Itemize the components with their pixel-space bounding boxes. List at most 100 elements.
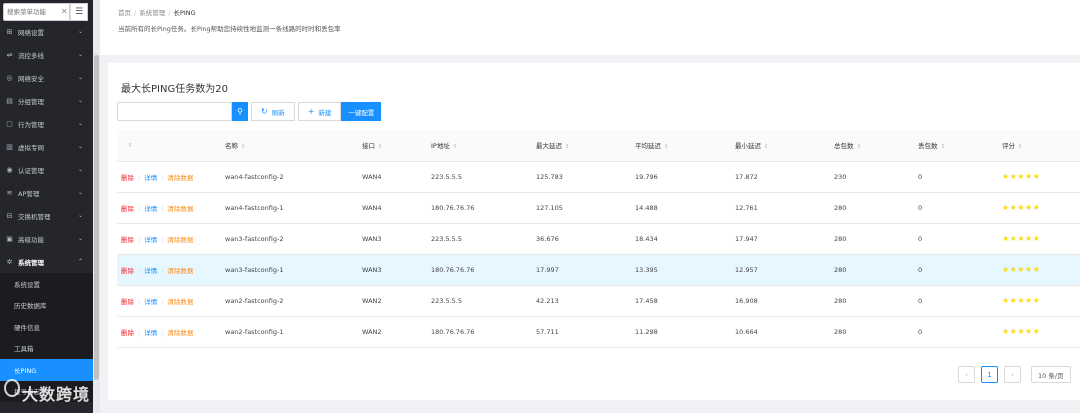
clear-data-link[interactable]: 清除数据 bbox=[167, 205, 193, 213]
sidebar-item-label: 行为管理 bbox=[18, 120, 44, 129]
submenu-item[interactable]: 硬件信息 bbox=[0, 316, 93, 338]
clear-data-link[interactable]: 清除数据 bbox=[167, 329, 193, 337]
breadcrumb-system[interactable]: 系统管理 bbox=[139, 9, 165, 17]
menu-toggle-icon[interactable]: ☰ bbox=[70, 3, 88, 21]
detail-link[interactable]: 详情 bbox=[144, 236, 157, 244]
cell-value: 12.957 bbox=[735, 265, 758, 274]
sort-icon[interactable]: ⇕ bbox=[764, 144, 769, 150]
page-1-button[interactable]: 1 bbox=[981, 366, 998, 383]
create-button[interactable]: + 新建 bbox=[297, 102, 342, 121]
next-page-button[interactable]: › bbox=[1004, 366, 1021, 383]
sort-icon[interactable]: ⇕ bbox=[378, 144, 383, 150]
table-row: 删除 | 详情 | 清除数据 wan2-fastconfig-2 WAN2 223.5.5.5… bbox=[117, 285, 1080, 317]
column-header[interactable]: 最大延迟 ⇕ bbox=[536, 130, 635, 162]
submenu-item[interactable]: 历史数据库 bbox=[0, 295, 93, 317]
sidebar-item[interactable]: ⇌ 流控多线 ⌄ bbox=[0, 43, 93, 66]
submenu-item[interactable]: 长PING bbox=[0, 359, 93, 381]
clear-data-link[interactable]: 清除数据 bbox=[167, 267, 193, 275]
rating-stars: ★★★★★ bbox=[1002, 296, 1041, 305]
clear-data-link[interactable]: 清除数据 bbox=[167, 236, 193, 244]
search-icon[interactable]: ⚲ bbox=[232, 102, 248, 121]
sort-icon[interactable]: ⇕ bbox=[664, 144, 669, 150]
sort-icon[interactable]: ⇕ bbox=[565, 144, 570, 150]
sidebar-item-label: 网络安全 bbox=[18, 74, 44, 83]
sidebar-item[interactable]: ≋ AP管理 ⌄ bbox=[0, 181, 93, 204]
delete-link[interactable]: 删除 bbox=[121, 174, 134, 182]
sort-icon[interactable]: ⇕ bbox=[241, 144, 246, 150]
sidebar-item[interactable]: ▣ 高级功能 ⌄ bbox=[0, 227, 93, 250]
cell-value: 127.105 bbox=[536, 203, 563, 212]
prev-page-button[interactable]: ‹ bbox=[958, 366, 975, 383]
cell-min: 17.872 bbox=[735, 161, 834, 193]
cell-avg: 14.488 bbox=[635, 192, 735, 224]
delete-link[interactable]: 删除 bbox=[121, 298, 134, 306]
task-search-input[interactable] bbox=[117, 102, 232, 121]
column-header[interactable]: IP地址 ⇕ bbox=[431, 130, 536, 162]
column-header[interactable]: 评分 ⇕ bbox=[1002, 130, 1080, 162]
menu-search-input[interactable] bbox=[3, 3, 70, 21]
sidebar-item[interactable]: ◎ 网络安全 ⌄ bbox=[0, 66, 93, 89]
delete-link[interactable]: 删除 bbox=[121, 236, 134, 244]
column-header-label: 名称 bbox=[225, 142, 238, 151]
cell-iface: WAN2 bbox=[362, 316, 431, 348]
sidebar-item[interactable]: ▥ 虚拟专网 ⌄ bbox=[0, 135, 93, 158]
detail-link[interactable]: 详情 bbox=[144, 267, 157, 275]
column-header[interactable]: 平均延迟 ⇕ bbox=[635, 130, 735, 162]
clear-icon[interactable]: ✕ bbox=[61, 7, 68, 16]
table-header-row: ⇕ 名称 ⇕ 接口 ⇕ IP地址 ⇕ 最大延迟 ⇕ 平均延迟 ⇕ 最小延迟 ⇕ 总包数 ⇕ 丢包数 ⇕ 评分 ⇕ bbox=[117, 130, 1080, 162]
refresh-button[interactable]: ↻ 刷新 bbox=[251, 102, 295, 121]
sort-icon[interactable]: ⇕ bbox=[453, 144, 458, 150]
cell-max: 125.783 bbox=[536, 161, 635, 193]
clear-data-link[interactable]: 清除数据 bbox=[167, 298, 193, 306]
column-header[interactable]: 总包数 ⇕ bbox=[834, 130, 918, 162]
column-header-label: 最小延迟 bbox=[735, 142, 761, 151]
sidebar-item[interactable]: ▢ 行为管理 ⌄ bbox=[0, 112, 93, 135]
detail-link[interactable]: 详情 bbox=[144, 205, 157, 213]
delete-link[interactable]: 删除 bbox=[121, 267, 134, 275]
sort-icon[interactable]: ⇕ bbox=[128, 143, 133, 149]
delete-link[interactable]: 删除 bbox=[121, 205, 134, 213]
sidebar-item[interactable]: ▤ 分组管理 ⌄ bbox=[0, 89, 93, 112]
page-size-select[interactable]: 10 条/页 bbox=[1031, 366, 1071, 383]
cell-name: wan3-fastconfig-2 bbox=[225, 223, 362, 255]
sort-icon[interactable]: ⇕ bbox=[941, 144, 946, 150]
cell-total: 280 bbox=[834, 316, 918, 348]
column-header[interactable]: 丢包数 ⇕ bbox=[918, 130, 1002, 162]
clear-data-link[interactable]: 清除数据 bbox=[167, 174, 193, 182]
sort-icon[interactable]: ⇕ bbox=[1018, 144, 1023, 150]
breadcrumb: 首页 / 系统管理 / 长PING bbox=[118, 9, 196, 17]
chevron-down-icon: ⌄ bbox=[77, 166, 83, 173]
cell-value: 223.5.5.5 bbox=[431, 234, 463, 243]
sidebar-item[interactable]: ◉ 认证管理 ⌄ bbox=[0, 158, 93, 181]
sidebar-item[interactable]: ⊟ 交换机管理 ⌄ bbox=[0, 204, 93, 227]
sidebar-item[interactable]: ✲ 系统管理 ⌃ bbox=[0, 250, 93, 273]
cell-name: wan4-fastconfig-2 bbox=[225, 161, 362, 193]
submenu-item[interactable]: 工具箱 bbox=[0, 338, 93, 360]
detail-link[interactable]: 详情 bbox=[144, 174, 157, 182]
pagination: ‹ 1 › 10 条/页 bbox=[958, 366, 1071, 383]
column-header[interactable]: 接口 ⇕ bbox=[362, 130, 431, 162]
chevron-down-icon: ⌄ bbox=[77, 97, 83, 104]
sidebar-item[interactable]: ⊞ 网络设置 ⌄ bbox=[0, 20, 93, 43]
cell-total: 280 bbox=[834, 254, 918, 286]
table-row: 删除 | 详情 | 清除数据 wan3-fastconfig-2 WAN3 223.5.5.5… bbox=[117, 223, 1080, 255]
cell-value: 223.5.5.5 bbox=[431, 172, 463, 181]
column-header[interactable]: 名称 ⇕ bbox=[225, 130, 362, 162]
cell-value: 125.783 bbox=[536, 172, 563, 181]
column-header[interactable]: ⇕ bbox=[117, 130, 225, 162]
chevron-down-icon: ⌄ bbox=[77, 74, 83, 81]
cell-name: wan2-fastconfig-1 bbox=[225, 316, 362, 348]
shield-icon: ◎ bbox=[6, 73, 13, 82]
detail-link[interactable]: 详情 bbox=[144, 298, 157, 306]
sort-icon[interactable]: ⇕ bbox=[857, 144, 862, 150]
cell-value: 280 bbox=[834, 265, 847, 274]
sidebar-scrollbar-thumb[interactable] bbox=[94, 55, 99, 380]
one-click-config-button[interactable]: 一键配置 bbox=[341, 102, 382, 121]
cell-avg: 19.796 bbox=[635, 161, 735, 193]
submenu-item[interactable]: 系统设置 bbox=[0, 273, 93, 295]
detail-link[interactable]: 详情 bbox=[144, 329, 157, 337]
delete-link[interactable]: 删除 bbox=[121, 329, 134, 337]
cell-value: 0 bbox=[918, 234, 923, 243]
column-header[interactable]: 最小延迟 ⇕ bbox=[735, 130, 834, 162]
breadcrumb-home[interactable]: 首页 bbox=[118, 9, 131, 17]
